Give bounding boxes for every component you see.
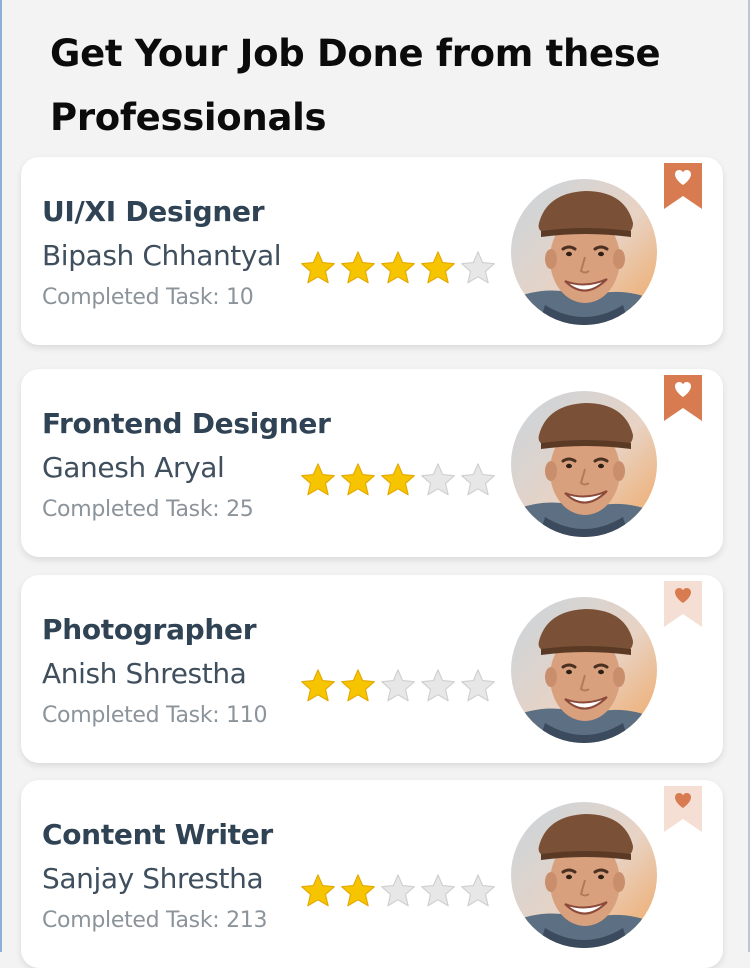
heart-bookmark-icon: [664, 375, 702, 421]
professional-name: Sanjay Shrestha: [42, 862, 264, 895]
bookmark-button[interactable]: [664, 786, 702, 832]
professional-role: Frontend Designer: [42, 407, 331, 440]
completed-tasks: Completed Task: 25: [42, 497, 254, 522]
star-filled-icon: [421, 251, 455, 284]
professional-name: Anish Shrestha: [42, 657, 247, 690]
heart-bookmark-icon: [664, 581, 702, 627]
completed-tasks: Completed Task: 213: [42, 908, 268, 933]
portrait-photo: [511, 802, 657, 948]
star-filled-icon: [301, 251, 335, 284]
star-empty-icon: [461, 251, 495, 284]
star-empty-icon: [381, 874, 415, 907]
bookmark-button[interactable]: [664, 375, 702, 421]
page-title: Get Your Job Done from these Professiona…: [50, 32, 661, 139]
avatar[interactable]: [511, 802, 657, 948]
star-rating: [300, 668, 496, 704]
professional-role: Content Writer: [42, 818, 273, 851]
star-filled-icon: [301, 669, 335, 702]
professional-card[interactable]: Frontend Designer Ganesh Aryal Completed…: [21, 369, 723, 557]
star-filled-icon: [381, 251, 415, 284]
bookmark-button[interactable]: [664, 581, 702, 627]
bookmark-button[interactable]: [664, 163, 702, 209]
star-filled-icon: [341, 874, 375, 907]
professional-card[interactable]: UI/XI Designer Bipash Chhantyal Complete…: [21, 157, 723, 345]
star-filled-icon: [341, 669, 375, 702]
star-filled-icon: [341, 463, 375, 496]
star-rating: [300, 250, 496, 286]
professional-name: Bipash Chhantyal: [42, 239, 282, 272]
star-rating: [300, 873, 496, 909]
avatar[interactable]: [511, 179, 657, 325]
heart-bookmark-icon: [664, 786, 702, 832]
avatar[interactable]: [511, 391, 657, 537]
star-empty-icon: [461, 874, 495, 907]
star-filled-icon: [301, 874, 335, 907]
star-filled-icon: [341, 251, 375, 284]
completed-tasks: Completed Task: 10: [42, 285, 254, 310]
star-rating: [300, 462, 496, 498]
star-filled-icon: [381, 463, 415, 496]
star-empty-icon: [421, 463, 455, 496]
heart-bookmark-icon: [664, 163, 702, 209]
star-empty-icon: [381, 669, 415, 702]
professional-role: Photographer: [42, 613, 257, 646]
star-empty-icon: [421, 669, 455, 702]
star-empty-icon: [461, 463, 495, 496]
professional-card[interactable]: Photographer Anish Shrestha Completed Ta…: [21, 575, 723, 763]
star-filled-icon: [301, 463, 335, 496]
portrait-photo: [511, 391, 657, 537]
portrait-photo: [511, 179, 657, 325]
professional-card[interactable]: Content Writer Sanjay Shrestha Completed…: [21, 780, 723, 968]
window-border-left: [0, 0, 2, 952]
professional-role: UI/XI Designer: [42, 195, 265, 228]
professional-name: Ganesh Aryal: [42, 451, 225, 484]
avatar[interactable]: [511, 597, 657, 743]
star-empty-icon: [421, 874, 455, 907]
completed-tasks: Completed Task: 110: [42, 703, 268, 728]
portrait-photo: [511, 597, 657, 743]
star-empty-icon: [461, 669, 495, 702]
